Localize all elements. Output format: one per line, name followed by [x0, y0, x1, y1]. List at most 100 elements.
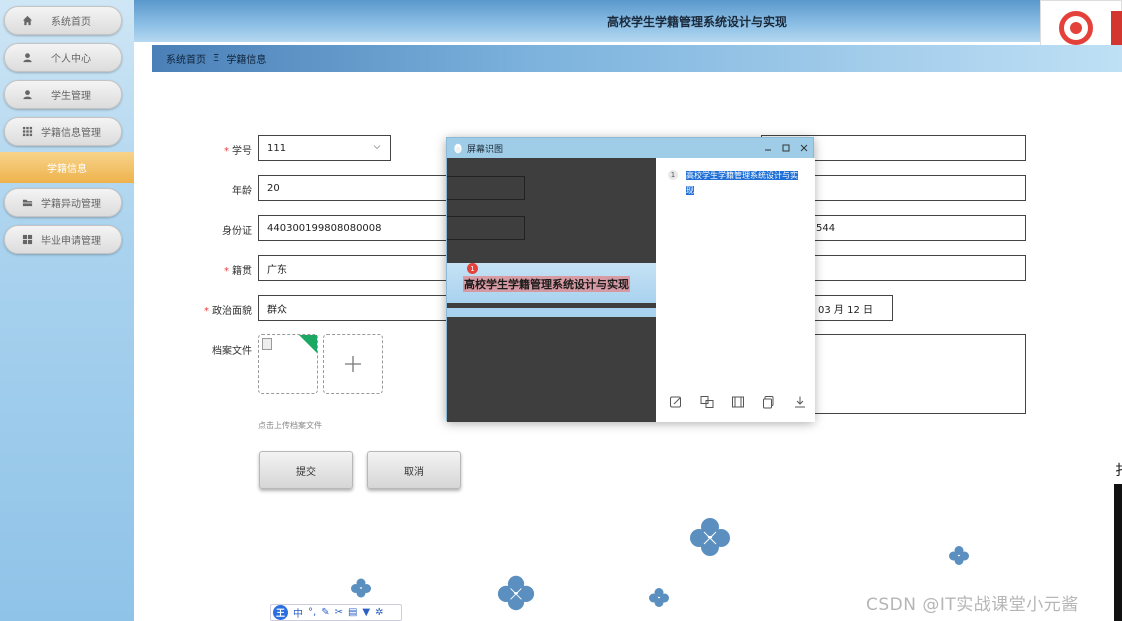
ocr-title: 屏幕识图 [467, 144, 504, 155]
label-text: 档案文件 [212, 346, 252, 357]
age-label: 年龄 [132, 182, 252, 197]
sidebar-item-label: 学籍异动管理 [41, 199, 101, 210]
ocr-capture-preview: 1 高校学生学籍管理系统设计与实现 [447, 158, 656, 422]
page-title: 高校学生学籍管理系统设计与实现 [606, 14, 787, 29]
settings-icon[interactable]: ✲ [375, 607, 383, 618]
ime-logo-icon: 王 [273, 605, 288, 620]
input-value: 544 [816, 222, 836, 234]
minimize-icon[interactable] [761, 141, 775, 155]
remarks-textarea[interactable] [813, 334, 1026, 414]
result-index: 1 [668, 170, 678, 180]
clover-decoration-icon [690, 518, 730, 556]
clover-decoration-icon [649, 588, 669, 607]
edge-text-fragment: 扌 [1115, 460, 1122, 480]
cancel-button[interactable]: 取消 [367, 451, 461, 489]
sidebar-item-label: 个人中心 [51, 54, 91, 65]
watermark: CSDN @IT实战课堂小元酱 [866, 595, 1079, 615]
selected-result-text: 高校学生学籍管理系统设计与实现 [686, 171, 798, 195]
button-label: 取消 [404, 466, 424, 478]
translate-icon[interactable] [699, 394, 715, 410]
clover-decoration-icon [497, 575, 535, 611]
clover-decoration-icon [351, 578, 371, 598]
student-id-label: * 学号 [132, 142, 252, 157]
archive-label: 档案文件 [132, 342, 252, 357]
sidebar-item-graduation[interactable]: 毕业申请管理 [4, 225, 122, 254]
preview-field-outline [447, 216, 525, 240]
keyboard-icon[interactable]: ▤ [348, 607, 357, 618]
edge-panel-fragment [1114, 484, 1122, 621]
button-label: 提交 [296, 466, 316, 478]
submit-button[interactable]: 提交 [259, 451, 353, 489]
ocr-result-text[interactable]: 高校学生学籍管理系统设计与实现 [686, 168, 802, 198]
input-value: 03 月 12 日 [818, 304, 873, 316]
sidebar: 系统首页 个人中心 学生管理 学籍信息管理 学籍信息 学籍异动管理 毕业申请管理 [0, 0, 134, 621]
sidebar-item-status-change[interactable]: 学籍异动管理 [4, 188, 122, 217]
label-text: 学号 [232, 146, 252, 157]
home-icon [21, 15, 33, 27]
maximize-icon[interactable] [779, 141, 793, 155]
ocr-result-panel: 1 高校学生学籍管理系统设计与实现 [656, 158, 815, 422]
sidebar-item-label: 系统首页 [51, 17, 91, 28]
download-icon[interactable] [792, 394, 808, 410]
file-status-corner [299, 335, 317, 353]
pen-icon[interactable]: ✎ [321, 607, 329, 618]
label-text: 政治面貌 [212, 306, 252, 317]
breadcrumb-current: 学籍信息 [226, 55, 267, 66]
ocr-toolbar [668, 394, 808, 410]
right-field-2[interactable] [813, 175, 1026, 201]
ime-toolbar[interactable]: 王 中 °, ✎ ✂ ▤ ▼ ✲ [270, 604, 402, 621]
skin-icon[interactable]: ▼ [362, 607, 370, 618]
broken-image-icon [262, 338, 272, 350]
grid-icon [21, 126, 33, 138]
required-mark: * [224, 266, 229, 277]
sidebar-item-label: 学籍信息管理 [41, 128, 101, 139]
recognition-marker: 1 [467, 263, 478, 274]
input-value: 广东 [267, 264, 287, 276]
copy-icon[interactable] [761, 394, 777, 410]
upload-hint: 点击上传档案文件 [258, 421, 322, 430]
image-to-doc-icon[interactable] [730, 394, 746, 410]
logo-letter-fragment [1111, 11, 1122, 45]
required-mark: * [224, 146, 229, 157]
breadcrumb: 系统首页 Ξ 学籍信息 [152, 45, 1122, 72]
right-field-4[interactable] [813, 255, 1026, 281]
sidebar-item-label: 毕业申请管理 [41, 236, 101, 247]
scissors-icon[interactable]: ✂ [335, 607, 343, 618]
sidebar-item-label: 学生管理 [51, 91, 91, 102]
right-field-3[interactable]: 544 [813, 215, 1026, 241]
screen-ocr-window: 屏幕识图 1 高校学生学籍管理系统设计与实现 1 高校学生学籍管理系统设计与实现 [446, 137, 815, 422]
sidebar-item-profile[interactable]: 个人中心 [4, 43, 122, 72]
grid-icon [21, 234, 33, 246]
id-card-label: 身份证 [132, 222, 252, 237]
logo-icon [1059, 11, 1093, 45]
uploaded-file-thumbnail[interactable] [258, 334, 318, 394]
student-id-select[interactable]: 111 [258, 135, 391, 161]
edit-icon[interactable] [668, 394, 684, 410]
chevron-down-icon [372, 142, 382, 155]
label-text: 身份证 [222, 226, 252, 237]
upload-add-button[interactable] [323, 334, 383, 394]
ime-mode[interactable]: 中 [293, 605, 303, 620]
political-label: * 政治面貌 [132, 302, 252, 317]
close-icon[interactable] [797, 141, 811, 155]
preview-field-outline [447, 176, 525, 200]
user-icon [21, 52, 33, 64]
captured-text: 高校学生学籍管理系统设计与实现 [463, 276, 630, 292]
date-field[interactable]: 03 月 12 日 [813, 295, 893, 321]
punctuation-icon[interactable]: °, [308, 607, 316, 618]
sidebar-item-students[interactable]: 学生管理 [4, 80, 122, 109]
required-mark: * [204, 306, 209, 317]
label-text: 年龄 [232, 186, 252, 197]
breadcrumb-separator: Ξ [213, 53, 220, 64]
breadcrumb-home[interactable]: 系统首页 [166, 51, 206, 66]
input-value: 440300199808080008 [267, 222, 382, 234]
sidebar-subitem-enrollment-info[interactable]: 学籍信息 [0, 152, 134, 183]
sidebar-item-home[interactable]: 系统首页 [4, 6, 122, 35]
ocr-titlebar[interactable]: 屏幕识图 [447, 138, 813, 158]
sidebar-item-enrollment[interactable]: 学籍信息管理 [4, 117, 122, 146]
select-value: 111 [267, 142, 287, 154]
sidebar-subitem-label: 学籍信息 [47, 164, 87, 175]
plus-icon [324, 335, 382, 393]
label-text: 籍贯 [232, 266, 252, 277]
input-value: 20 [267, 182, 280, 194]
